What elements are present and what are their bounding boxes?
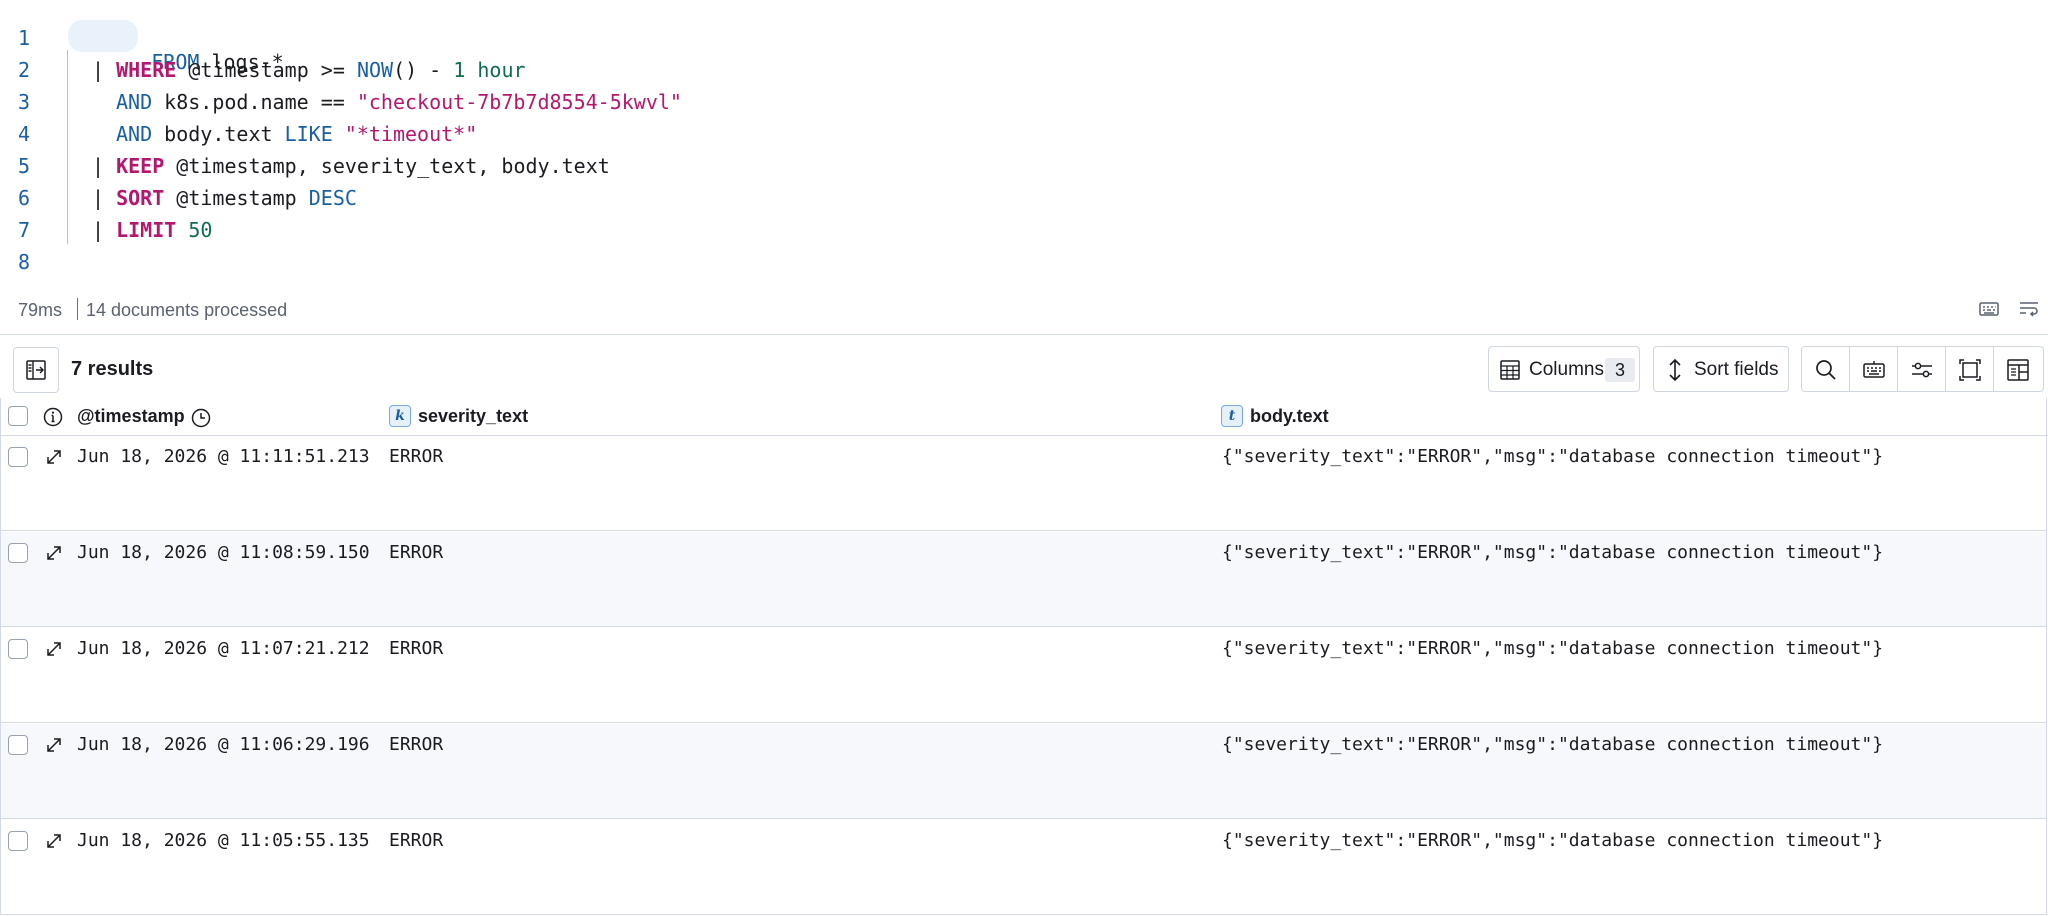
columns-label: Columns <box>1529 359 1604 380</box>
code-text: | SORT @timestamp DESC <box>92 186 357 210</box>
columns-count-badge: 3 <box>1605 358 1635 382</box>
code-text: AND k8s.pod.name == "checkout-7b7b7d8554… <box>116 90 682 114</box>
code-text: AND body.text LIKE "*timeout*" <box>116 122 478 146</box>
results-count: 7 results <box>71 358 154 380</box>
keyword-like: LIKE <box>284 122 333 146</box>
expand-row-icon[interactable] <box>45 736 63 754</box>
layout-icon[interactable] <box>1994 347 2042 391</box>
cell-timestamp: Jun 18, 2026 @ 11:07:21.212 <box>77 638 370 659</box>
code-line-7[interactable]: 7 | LIMIT 50 <box>0 212 1200 244</box>
text-wrap-icon[interactable] <box>2018 298 2040 320</box>
toggle-sidebar-button[interactable] <box>13 347 59 393</box>
status-divider <box>77 298 78 320</box>
line-number: 3 <box>18 90 31 114</box>
sort-fields-label: Sort fields <box>1694 359 1779 380</box>
line-number: 1 <box>18 26 31 50</box>
line-number: 8 <box>18 250 31 274</box>
keyword-keep: KEEP <box>116 154 165 178</box>
cell-severity: ERROR <box>389 734 444 755</box>
column-header-timestamp[interactable]: @timestamp <box>77 406 185 427</box>
keyboard-shortcuts-icon[interactable] <box>1850 347 1898 391</box>
documents-processed: 14 documents processed <box>86 300 288 320</box>
cell-timestamp: Jun 18, 2026 @ 11:06:29.196 <box>77 734 370 755</box>
select-all-checkbox[interactable] <box>8 406 28 426</box>
cell-severity: ERROR <box>389 542 444 563</box>
columns-button[interactable]: Columns 3 <box>1488 346 1640 392</box>
row-checkbox[interactable] <box>8 447 28 467</box>
cell-body: {"severity_text":"ERROR","msg":"database… <box>1222 830 1884 851</box>
line-number: 2 <box>18 58 31 82</box>
code-line-6[interactable]: 6 | SORT @timestamp DESC <box>0 180 1200 212</box>
query-status-bar: 79ms 14 documents processed <box>0 294 2048 326</box>
cell-timestamp: Jun 18, 2026 @ 11:08:59.150 <box>77 542 370 563</box>
keyword-type-icon: k <box>389 405 411 427</box>
grid-actions-group <box>1801 346 2044 392</box>
row-checkbox[interactable] <box>8 543 28 563</box>
expand-row-icon[interactable] <box>45 544 63 562</box>
keyword-and: AND <box>116 90 153 114</box>
grid-header: @timestamp k severity_text t body.text <box>0 398 2048 436</box>
display-options-icon[interactable] <box>1898 347 1946 391</box>
search-icon[interactable] <box>1802 347 1850 391</box>
keyword-where: WHERE <box>116 58 177 82</box>
row-checkbox[interactable] <box>8 639 28 659</box>
expand-row-icon[interactable] <box>45 832 63 850</box>
row-checkbox[interactable] <box>8 735 28 755</box>
table-row[interactable]: Jun 18, 2026 @ 11:08:59.150 ERROR {"seve… <box>1 532 2046 627</box>
cell-severity: ERROR <box>389 446 444 467</box>
row-checkbox[interactable] <box>8 831 28 851</box>
keyword-limit: LIMIT <box>116 218 177 242</box>
cell-severity: ERROR <box>389 638 444 659</box>
code-line-8[interactable]: 8 <box>0 244 1200 276</box>
string-literal: "checkout-7b7b7d8554-5kwvl" <box>356 90 682 114</box>
table-row[interactable]: Jun 18, 2026 @ 11:05:55.135 ERROR {"seve… <box>1 820 2046 915</box>
code-text: | KEEP @timestamp, severity_text, body.t… <box>92 154 610 178</box>
function-now: NOW <box>356 58 394 82</box>
code-line-4[interactable]: 4 AND body.text LIKE "*timeout*" <box>0 116 1200 148</box>
cell-timestamp: Jun 18, 2026 @ 11:05:55.135 <box>77 830 370 851</box>
table-row[interactable]: Jun 18, 2026 @ 11:06:29.196 ERROR {"seve… <box>1 724 2046 819</box>
code-line-1[interactable]: 1 FROM logs-* <box>0 20 1200 74</box>
column-header-body-text[interactable]: body.text <box>1250 406 1329 427</box>
code-text: | WHERE @timestamp >= NOW() - 1 hour <box>92 58 526 82</box>
text-type-icon: t <box>1221 405 1243 427</box>
cell-body: {"severity_text":"ERROR","msg":"database… <box>1222 734 1884 755</box>
cell-body: {"severity_text":"ERROR","msg":"database… <box>1222 638 1884 659</box>
query-duration: 79ms <box>18 300 63 320</box>
expand-row-icon[interactable] <box>45 448 63 466</box>
sort-fields-button[interactable]: Sort fields <box>1653 346 1789 392</box>
cell-body: {"severity_text":"ERROR","msg":"database… <box>1222 446 1884 467</box>
query-editor[interactable]: 1 FROM logs-* 2 | WHERE @timestamp >= NO… <box>0 0 2048 282</box>
string-literal: "*timeout*" <box>344 122 478 146</box>
keyboard-icon[interactable] <box>1978 298 2000 320</box>
line-number: 4 <box>18 122 31 146</box>
clock-icon <box>191 408 211 428</box>
line-number: 6 <box>18 186 31 210</box>
code-text: | LIMIT 50 <box>92 218 213 242</box>
keyword-desc: DESC <box>308 186 357 210</box>
code-line-3[interactable]: 3 AND k8s.pod.name == "checkout-7b7b7d85… <box>0 84 1200 116</box>
table-icon <box>1500 360 1520 380</box>
line-number: 7 <box>18 218 31 242</box>
code-line-5[interactable]: 5 | KEEP @timestamp, severity_text, body… <box>0 148 1200 180</box>
sidebar-toggle-icon <box>26 360 46 380</box>
line-number: 5 <box>18 154 31 178</box>
table-row[interactable]: Jun 18, 2026 @ 11:11:51.213 ERROR {"seve… <box>1 436 2046 531</box>
keyword-and: AND <box>116 122 153 146</box>
cell-severity: ERROR <box>389 830 444 851</box>
expand-row-icon[interactable] <box>45 640 63 658</box>
fullscreen-icon[interactable] <box>1946 347 1994 391</box>
results-toolbar: 7 results Columns 3 Sort fields <box>0 346 2048 394</box>
editor-results-divider <box>0 334 2048 335</box>
info-icon[interactable] <box>43 407 63 427</box>
sort-icon <box>1669 358 1681 382</box>
column-header-severity-text[interactable]: severity_text <box>418 406 528 427</box>
code-line-2[interactable]: 2 | WHERE @timestamp >= NOW() - 1 hour <box>0 52 1200 84</box>
table-row[interactable]: Jun 18, 2026 @ 11:07:21.212 ERROR {"seve… <box>1 628 2046 723</box>
keyword-sort: SORT <box>116 186 165 210</box>
cell-body: {"severity_text":"ERROR","msg":"database… <box>1222 542 1884 563</box>
cell-timestamp: Jun 18, 2026 @ 11:11:51.213 <box>77 446 370 467</box>
